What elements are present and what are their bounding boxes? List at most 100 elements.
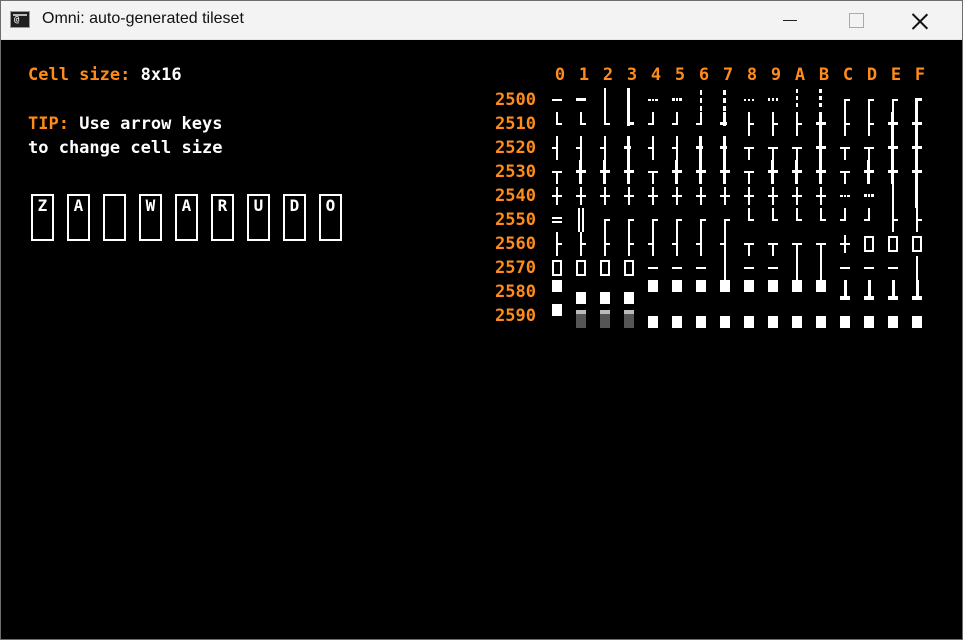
- tile-glyph: [796, 96, 798, 100]
- tile-glyph: [556, 187, 558, 205]
- tile-glyph: [748, 187, 750, 205]
- maximize-button[interactable]: [833, 1, 879, 39]
- tile-glyph: [652, 171, 654, 184]
- tile-glyph: [672, 267, 682, 269]
- tile-glyph: [796, 187, 798, 205]
- tile-glyph: [700, 187, 702, 205]
- tile-glyph: [696, 243, 702, 245]
- tile-glyph: [724, 187, 726, 205]
- tile-glyph: [772, 187, 774, 205]
- tile-glyph: [888, 316, 898, 328]
- tile-glyph: [888, 296, 898, 300]
- tile-glyph: [864, 316, 874, 328]
- tile-glyph: [724, 256, 726, 280]
- tile-glyph: [892, 219, 898, 221]
- tile-glyph: [552, 280, 562, 292]
- tile-glyph: [648, 280, 658, 292]
- tile-glyph: [552, 221, 562, 223]
- tile-glyph: [844, 99, 846, 112]
- tile-glyph: [744, 99, 746, 101]
- tile-glyph: [576, 98, 586, 101]
- tile-glyph: [672, 147, 678, 149]
- tile-glyph: [604, 219, 606, 232]
- tile-glyph: [720, 243, 726, 245]
- tile-glyph: [672, 243, 678, 245]
- tile-glyph: [556, 171, 558, 184]
- console-area: Cell size: 8x16 TIP: Use arrow keys to c…: [1, 40, 962, 639]
- tile-glyph: [608, 260, 610, 276]
- tile-glyph: [820, 243, 822, 256]
- tile-glyph: [723, 98, 726, 103]
- tile-glyph: [896, 236, 898, 252]
- tile-glyph: [868, 123, 874, 125]
- tile-glyph: [864, 194, 867, 197]
- tile-glyph: [744, 280, 754, 292]
- tile-glyph: [632, 260, 634, 276]
- tile-glyph: [580, 187, 582, 205]
- minimize-button[interactable]: [771, 1, 817, 39]
- close-button[interactable]: [899, 1, 945, 39]
- tile-glyph: [560, 260, 562, 276]
- tile-glyph: [792, 280, 802, 292]
- tile-glyph: [820, 219, 826, 221]
- tile-glyph: [915, 160, 918, 184]
- app-window: @ Omni: auto-generated tileset Cell size…: [0, 0, 963, 640]
- tile-glyph: [847, 195, 850, 197]
- tile-glyph: [700, 219, 702, 232]
- tile-glyph: [916, 219, 922, 221]
- tile-glyph: [672, 98, 675, 101]
- tile-glyph: [699, 160, 702, 184]
- tile-glyph: [580, 243, 586, 245]
- tile-glyph: [819, 89, 822, 93]
- tile-glyph: [752, 99, 754, 101]
- tile-glyph: [672, 316, 682, 328]
- tile-glyph: [772, 219, 778, 221]
- tile-glyph: [696, 267, 706, 269]
- tile-glyph: [844, 147, 846, 160]
- tile-glyph: [652, 219, 654, 232]
- tile-glyph: [888, 122, 898, 125]
- tile-glyph: [819, 160, 822, 184]
- tile-glyph: [819, 136, 822, 160]
- tile-glyph: [624, 310, 634, 314]
- tile-glyph: [675, 160, 678, 184]
- tile-glyph: [840, 219, 846, 221]
- tile-glyph: [840, 316, 850, 328]
- tile-glyph: [844, 123, 850, 125]
- tile-glyph: [627, 160, 630, 184]
- tile-glyph: [844, 171, 846, 184]
- tile-glyph: [792, 316, 802, 328]
- tile-glyph: [582, 208, 584, 232]
- tile-glyph: [868, 147, 870, 160]
- tile-glyph: [580, 123, 586, 125]
- tile-glyph: [864, 267, 874, 269]
- tile-glyph: [720, 122, 727, 125]
- tile-glyph: [624, 260, 626, 276]
- tile-glyph: [840, 267, 850, 269]
- tile-glyph: [768, 280, 778, 292]
- tile-glyph: [771, 160, 774, 184]
- tile-glyph: [867, 160, 870, 184]
- tile-glyph: [627, 122, 634, 125]
- tile-glyph: [796, 147, 798, 160]
- title-bar[interactable]: @ Omni: auto-generated tileset: [1, 1, 962, 40]
- tile-glyph: [604, 243, 610, 245]
- tile-glyph: [888, 267, 898, 269]
- tile-glyph: [768, 267, 778, 269]
- tile-glyph: [648, 99, 651, 101]
- tile-glyph: [552, 260, 554, 276]
- tile-glyph: [700, 106, 702, 111]
- tile-glyph: [648, 316, 658, 328]
- tile-glyph: [892, 99, 894, 112]
- tile-glyph: [891, 136, 894, 160]
- tile-glyph: [748, 99, 750, 101]
- tile-glyph: [648, 267, 658, 269]
- tile-glyph: [816, 122, 826, 125]
- tile-glyph: [748, 147, 750, 160]
- tile-glyph: [652, 187, 654, 205]
- tile-glyph: [871, 194, 874, 197]
- tile-glyph: [676, 187, 678, 205]
- tile-glyph: [576, 292, 586, 304]
- tile-glyph: [624, 292, 634, 304]
- tile-glyph: [916, 256, 918, 280]
